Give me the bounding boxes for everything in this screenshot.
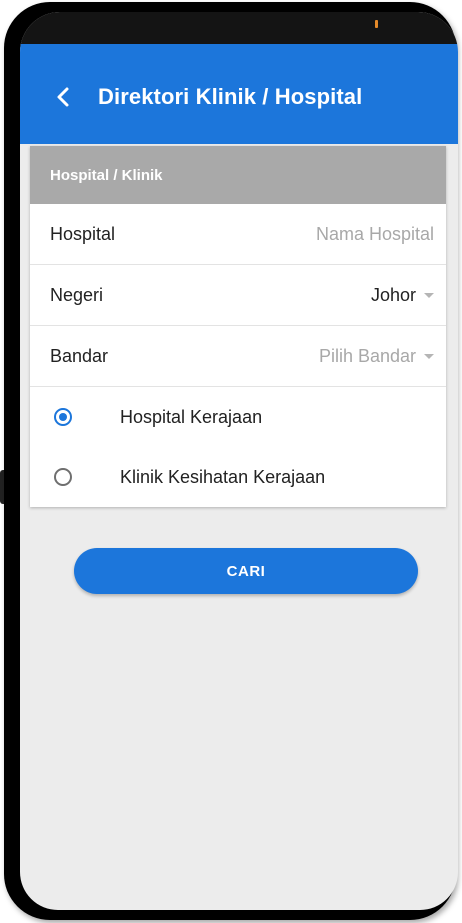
- bandar-placeholder: Pilih Bandar: [318, 345, 416, 366]
- radio-button-unselected[interactable]: [54, 468, 72, 486]
- screen: Direktori Klinik / Hospital Hospital / K…: [20, 12, 458, 910]
- bandar-dropdown[interactable]: Pilih Bandar: [319, 346, 434, 367]
- status-bar: [20, 12, 458, 44]
- radio-option-hospital-kerajaan[interactable]: Hospital Kerajaan: [30, 387, 446, 447]
- negeri-selected-value: Johor: [370, 284, 416, 305]
- hospital-name-input[interactable]: Nama Hospital: [316, 224, 434, 245]
- negeri-select[interactable]: Negeri Johor: [30, 265, 446, 326]
- radio-option-klinik-kesihatan-kerajaan[interactable]: Klinik Kesihatan Kerajaan: [30, 447, 446, 507]
- page-title: Direktori Klinik / Hospital: [98, 84, 363, 109]
- phone-frame: Direktori Klinik / Hospital Hospital / K…: [4, 2, 458, 920]
- search-button[interactable]: CARI: [74, 548, 418, 594]
- hospital-label: Hospital: [50, 223, 116, 244]
- negeri-dropdown[interactable]: Johor: [371, 285, 434, 306]
- radio-button-selected[interactable]: [54, 408, 72, 426]
- radio-label: Hospital Kerajaan: [120, 406, 263, 427]
- search-form-card: Hospital / Klinik Hospital Nama Hospital…: [30, 146, 446, 507]
- bandar-select[interactable]: Bandar Pilih Bandar: [30, 326, 446, 387]
- status-indicator: [375, 20, 378, 28]
- section-header: Hospital / Klinik: [30, 146, 446, 204]
- chevron-left-icon[interactable]: [52, 86, 74, 108]
- radio-label: Klinik Kesihatan Kerajaan: [120, 466, 326, 487]
- bandar-label: Bandar: [50, 345, 109, 366]
- negeri-label: Negeri: [50, 284, 104, 305]
- hospital-name-field[interactable]: Hospital Nama Hospital: [30, 204, 446, 265]
- app-bar: Direktori Klinik / Hospital: [20, 44, 458, 144]
- dropdown-caret-icon: [424, 292, 434, 298]
- dropdown-caret-icon: [424, 353, 434, 359]
